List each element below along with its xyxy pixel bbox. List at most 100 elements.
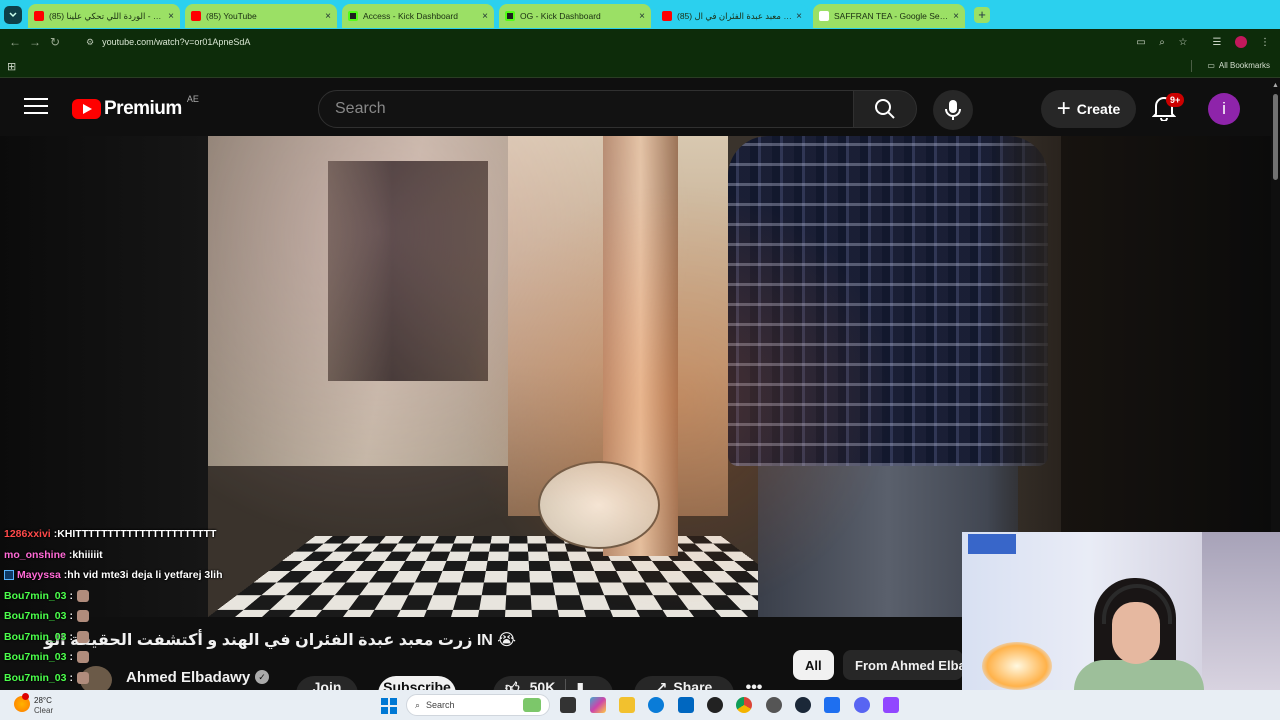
chat-message: Bou7min_03: — [0, 586, 420, 607]
close-tab-icon[interactable]: × — [796, 11, 802, 22]
windows-start-icon[interactable] — [381, 698, 397, 714]
browser-tab[interactable]: (85) YouTube × — [185, 4, 337, 28]
notifications-button[interactable]: 9+ — [1151, 93, 1185, 122]
browser-tab[interactable]: (85) زرت معبد عبدة الفئران في ال × — [656, 4, 808, 28]
new-tab-button[interactable]: + — [974, 6, 990, 23]
search-input[interactable]: Search — [318, 90, 854, 128]
browser-tab[interactable]: Access - Kick Dashboard × — [342, 4, 494, 28]
forward-icon[interactable]: → — [25, 32, 45, 52]
chat-text: khiiiiit — [72, 548, 103, 561]
discord-icon[interactable] — [854, 697, 870, 713]
close-tab-icon[interactable]: × — [482, 11, 488, 22]
store-icon[interactable] — [678, 697, 694, 713]
logo-text: Premium — [104, 98, 182, 119]
url-text: youtube.com/watch?v=or01ApneSdA — [102, 37, 251, 47]
search-highlight-icon — [523, 698, 541, 712]
chat-username[interactable]: Mayyssa — [17, 569, 61, 581]
browser-tab[interactable]: SAFFRAN TEA - Google Search × — [813, 4, 965, 28]
weather-widget[interactable]: 28°C Clear — [14, 692, 74, 718]
app-icon-blue[interactable] — [824, 697, 840, 713]
chat-username[interactable]: mo_onshine — [4, 549, 66, 561]
chat-username[interactable]: Bou7min_03 — [4, 651, 66, 663]
settings-icon[interactable] — [766, 697, 782, 713]
chat-emote-icon — [76, 671, 89, 684]
browser-tab-strip: (85) الوردة اللي تحكي علينا - ube×(85) Y… — [0, 0, 1280, 29]
browser-toolbar: ← → ↻ ⚙ youtube.com/watch?v=or01ApneSdA … — [0, 29, 1280, 55]
youtube-icon — [191, 11, 201, 21]
webcam-door-frame — [1202, 532, 1280, 690]
steam-icon[interactable] — [795, 697, 811, 713]
search-placeholder: Search — [335, 100, 386, 117]
create-label: Create — [1076, 101, 1121, 117]
tab-search-button[interactable] — [4, 5, 22, 24]
chat-message: mo_onshine: khiiiiit — [0, 545, 420, 566]
tab-title: Access - Kick Dashboard — [363, 11, 458, 21]
taskbar-search-input[interactable]: ⌕ Search — [406, 694, 550, 716]
weather-condition: Clear — [34, 706, 54, 715]
edge-icon[interactable] — [648, 697, 664, 713]
close-tab-icon[interactable]: × — [953, 11, 959, 22]
search-icon — [875, 99, 895, 119]
tab-title: (85) زرت معبد عبدة الفئران في ال — [677, 10, 793, 21]
chat-username[interactable]: Bou7min_03 — [4, 631, 66, 643]
youtube-icon — [662, 11, 672, 21]
bookmarks-separator — [1191, 60, 1192, 72]
all-bookmarks-button[interactable]: ▭ All Bookmarks — [1207, 61, 1270, 70]
browser-tab[interactable]: OG - Kick Dashboard × — [499, 4, 651, 28]
account-avatar[interactable]: i — [1208, 93, 1240, 125]
youtube-premium-logo[interactable]: Premium AE — [72, 94, 199, 120]
microphone-icon — [945, 100, 961, 120]
file-explorer-icon[interactable] — [619, 697, 635, 713]
chat-message: Bou7min_03: — [0, 668, 420, 689]
chat-username[interactable]: Bou7min_03 — [4, 590, 66, 602]
ambient-right — [1061, 136, 1271, 532]
chat-text: KHITTTTTTTTTTTTTTTTTTTTTT — [57, 528, 217, 541]
title-suffix: 😭 IN — [476, 632, 516, 649]
scrollbar-thumb[interactable] — [1273, 94, 1278, 180]
plus-icon: + — [1056, 95, 1071, 122]
chat-username[interactable]: Bou7min_03 — [4, 610, 66, 622]
back-icon[interactable]: ← — [5, 32, 25, 52]
profile-avatar[interactable] — [1231, 32, 1251, 52]
twitch-icon[interactable] — [883, 697, 899, 713]
chat-username[interactable]: 1286xxivi — [4, 528, 51, 540]
voice-search-button[interactable] — [933, 90, 973, 130]
chat-separator: : — [69, 630, 73, 643]
chip-all-label: All — [805, 657, 822, 673]
close-tab-icon[interactable]: × — [168, 11, 174, 22]
chevron-down-icon — [9, 11, 17, 17]
task-view-icon[interactable] — [560, 697, 576, 713]
chat-message: Bou7min_03: — [0, 606, 420, 627]
chat-separator: : — [69, 610, 73, 623]
chip-all[interactable]: All — [793, 650, 834, 680]
chat-username[interactable]: Bou7min_03 — [4, 672, 66, 684]
stream-chat-overlay: 1286xxivi: KHITTTTTTTTTTTTTTTTTTTTTT mo_o… — [0, 524, 420, 690]
scroll-up-icon[interactable]: ▲ — [1272, 82, 1279, 89]
search-button[interactable] — [853, 90, 917, 128]
folder-icon: ▭ — [1207, 61, 1215, 70]
webcam-streamer-hoodie — [1074, 660, 1204, 690]
address-bar[interactable]: ⚙ youtube.com/watch?v=or01ApneSdA — [80, 32, 1135, 52]
chip-from-channel[interactable]: From Ahmed Elba — [843, 650, 963, 680]
close-tab-icon[interactable]: × — [325, 11, 331, 22]
reload-icon[interactable]: ↻ — [45, 32, 65, 52]
browser-menu-icon[interactable]: ⋮ — [1255, 32, 1275, 52]
browser-tab[interactable]: (85) الوردة اللي تحكي علينا - ube × — [28, 4, 180, 28]
youtube-icon — [34, 11, 44, 21]
reading-list-icon[interactable]: ☰ — [1207, 32, 1227, 52]
site-info-icon[interactable]: ⚙ — [86, 37, 94, 48]
tab-list: (85) الوردة اللي تحكي علينا - ube×(85) Y… — [28, 1, 970, 28]
install-app-icon[interactable]: ▭ — [1131, 32, 1151, 52]
hamburger-menu-icon[interactable] — [24, 98, 48, 118]
create-button[interactable]: + Create — [1041, 90, 1136, 128]
copilot-icon[interactable] — [590, 697, 606, 713]
zoom-icon[interactable]: ⌕ — [1152, 32, 1172, 52]
close-tab-icon[interactable]: × — [639, 11, 645, 22]
app-icon[interactable] — [707, 697, 723, 713]
bookmark-star-icon[interactable]: ☆ — [1173, 32, 1193, 52]
apps-grid-icon[interactable]: ⊞ — [7, 60, 16, 73]
chrome-icon[interactable] — [736, 697, 752, 713]
chat-emote-icon — [76, 630, 89, 643]
chat-message: Bou7min_03: — [0, 647, 420, 668]
tab-title: (85) YouTube — [206, 11, 257, 21]
